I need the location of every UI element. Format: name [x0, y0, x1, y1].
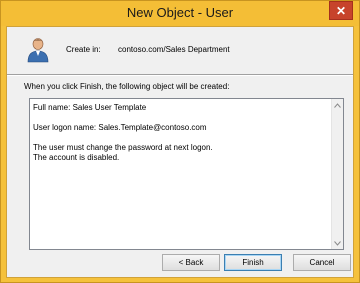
summary-line-change-password: The user must change the password at nex… — [33, 143, 213, 152]
back-button[interactable]: < Back — [162, 254, 220, 271]
chevron-up-icon — [334, 102, 341, 108]
cancel-button[interactable]: Cancel — [293, 254, 351, 271]
create-in-path: contoso.com/Sales Department — [118, 45, 230, 54]
summary-line-account-disabled: The account is disabled. — [33, 153, 120, 162]
summary-line-full-name: Full name: Sales User Template — [33, 103, 147, 112]
chevron-down-icon — [334, 240, 341, 246]
summary-line-logon-name: User logon name: Sales.Template@contoso.… — [33, 123, 207, 132]
window-title: New Object - User — [126, 5, 234, 20]
vertical-scrollbar[interactable] — [331, 99, 343, 249]
wizard-header: Create in: contoso.com/Sales Department — [7, 27, 353, 74]
scroll-down-button[interactable] — [332, 237, 343, 249]
close-button[interactable]: ✕ — [329, 1, 353, 20]
finish-button[interactable]: Finish — [224, 254, 282, 271]
new-object-user-dialog: New Object - User ✕ Create in: contoso.c… — [0, 0, 360, 283]
dialog-client-area: Create in: contoso.com/Sales Department … — [6, 26, 354, 278]
intro-text: When you click Finish, the following obj… — [24, 82, 230, 91]
title-bar[interactable]: New Object - User ✕ — [1, 1, 359, 26]
user-icon — [27, 38, 49, 63]
close-icon: ✕ — [335, 3, 347, 18]
create-in-label: Create in: — [66, 45, 101, 54]
scroll-up-button[interactable] — [332, 99, 343, 111]
summary-line-blank — [33, 133, 329, 143]
summary-text: Full name: Sales User Template User logo… — [33, 103, 329, 163]
summary-line-blank — [33, 113, 329, 123]
summary-textbox[interactable]: Full name: Sales User Template User logo… — [29, 98, 344, 250]
header-divider — [7, 74, 353, 76]
